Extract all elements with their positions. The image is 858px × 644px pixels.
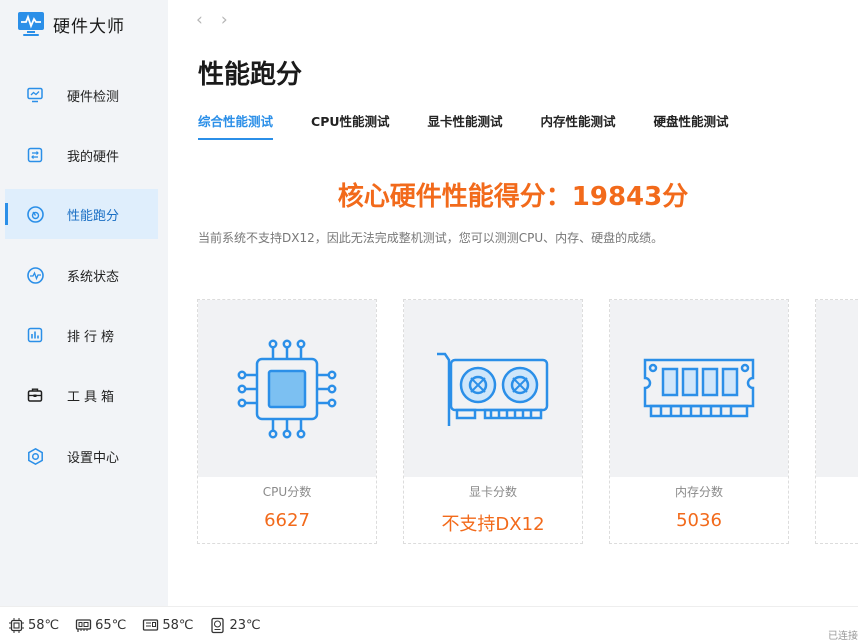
cpu-score-card[interactable]: CPU分数 6627 <box>197 299 377 544</box>
disk-temp-icon <box>211 617 225 634</box>
card-label: 显卡分数 <box>468 485 517 499</box>
dx12-notice: 当前系统不支持DX12，因此无法完成整机测试，您可以测测CPU、内存、硬盘的成绩… <box>198 231 664 245</box>
page-title: 性能跑分 <box>198 60 303 90</box>
sidebar-item-label: 排行榜 <box>67 329 119 345</box>
cpu-temp: 58℃ <box>8 617 59 634</box>
connection-status: 已连接 <box>828 631 858 642</box>
active-indicator <box>5 203 8 225</box>
status-bar: 58℃ 65℃ 58℃ 23℃ 已连接 <box>0 606 858 644</box>
gpu-temp-icon <box>76 619 92 632</box>
sidebar-item-hardware-detect[interactable]: 硬件检测 <box>5 70 158 120</box>
card-value: 6627 <box>264 510 310 531</box>
sidebar-item-settings[interactable]: 设置中心 <box>5 431 158 481</box>
app-name: 硬件大师 <box>53 16 125 37</box>
temp-value: 58℃ <box>28 618 60 633</box>
app-logo-icon <box>18 12 44 36</box>
sidebar-item-label: 系统状态 <box>67 269 120 285</box>
gpu-temp: 65℃ <box>75 617 126 634</box>
board-temp-icon <box>143 619 159 631</box>
settings-icon <box>25 446 45 466</box>
sidebar-item-label: 硬件检测 <box>67 89 120 105</box>
sidebar-item-label: 设置中心 <box>67 450 120 466</box>
cpu-icon <box>237 339 337 438</box>
tab-cpu-test[interactable]: CPU性能测试 <box>311 111 390 140</box>
forward-button[interactable]: › <box>221 10 228 30</box>
tab-bar: 综合性能测试 CPU性能测试 显卡性能测试 内存性能测试 硬盘性能测试 <box>198 111 767 140</box>
ranking-icon <box>25 325 45 345</box>
sidebar-item-label: 我的硬件 <box>67 149 120 165</box>
board-temp: 58℃ <box>142 617 193 634</box>
brand: 硬件大师 <box>17 6 125 42</box>
card-value: 不支持DX12 <box>441 514 545 535</box>
temp-value: 65℃ <box>95 618 127 633</box>
temp-value: 23℃ <box>229 618 261 633</box>
sidebar-item-system-status[interactable]: 系统状态 <box>5 250 158 300</box>
tab-overall-test[interactable]: 综合性能测试 <box>198 111 274 140</box>
cpu-temp-icon <box>9 618 24 633</box>
memory-score-card[interactable]: 内存分数 5036 <box>609 299 789 544</box>
card-image <box>404 300 582 477</box>
back-button[interactable]: ‹ <box>196 10 203 30</box>
gpu-icon <box>437 352 549 426</box>
disk-temp: 23℃ <box>209 617 261 634</box>
card-image <box>198 300 376 477</box>
sidebar-item-label: 工具箱 <box>67 389 119 405</box>
sidebar-item-toolbox[interactable]: 工具箱 <box>5 370 158 420</box>
card-label: CPU分数 <box>262 485 312 499</box>
main-content: ‹ › 性能跑分 综合性能测试 CPU性能测试 显卡性能测试 内存性能测试 硬盘… <box>168 0 858 606</box>
tab-gpu-test[interactable]: 显卡性能测试 <box>428 111 503 140</box>
card-image <box>816 300 858 477</box>
temp-value: 58℃ <box>162 618 194 633</box>
history-nav: ‹ › <box>196 10 228 30</box>
hardware-icon <box>25 145 45 165</box>
sidebar: 硬件大师 硬件检测 我的硬件 性能跑分 系统状态 排行榜 工具箱 设置中心 <box>0 0 168 606</box>
pulse-icon <box>25 265 45 285</box>
card-label: 内存分数 <box>674 485 723 499</box>
disk-score-card[interactable] <box>815 299 858 544</box>
toolbox-icon <box>25 385 45 405</box>
tab-disk-test[interactable]: 硬盘性能测试 <box>654 111 729 140</box>
tab-memory-test[interactable]: 内存性能测试 <box>541 111 616 140</box>
monitor-icon <box>25 85 45 105</box>
sidebar-item-benchmark[interactable]: 性能跑分 <box>5 189 158 239</box>
sidebar-item-ranking[interactable]: 排行榜 <box>5 310 158 360</box>
sidebar-item-my-hardware[interactable]: 我的硬件 <box>5 130 158 180</box>
speedometer-icon <box>25 204 45 224</box>
gpu-score-card[interactable]: 显卡分数 不支持DX12 <box>403 299 583 544</box>
sidebar-item-label: 性能跑分 <box>67 208 120 224</box>
card-image <box>610 300 788 477</box>
card-value: 5036 <box>676 510 722 531</box>
total-score-heading: 核心硬件性能得分：19843分 <box>337 182 689 212</box>
memory-icon <box>643 358 755 417</box>
